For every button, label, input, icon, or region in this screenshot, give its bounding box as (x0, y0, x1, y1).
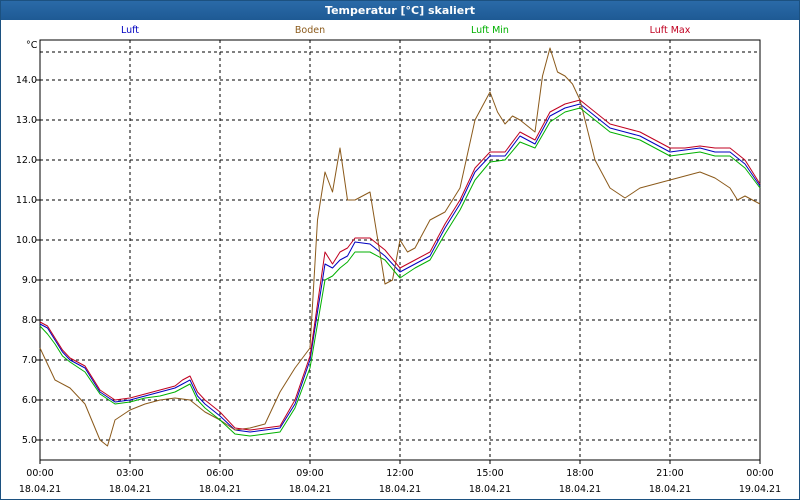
x-tick-date: 19.04.21 (739, 484, 781, 495)
x-tick-time: 21:00 (656, 468, 683, 479)
x-tick-date: 18.04.21 (19, 484, 61, 495)
y-tick-label: 5.0 (22, 435, 37, 446)
legend-entry: Luft (121, 25, 139, 36)
x-tick-date: 18.04.21 (559, 484, 601, 495)
x-tick-date: 18.04.21 (649, 484, 691, 495)
y-tick-label: 9.0 (22, 275, 37, 286)
x-tick-date: 18.04.21 (289, 484, 331, 495)
y-tick-label: 13.0 (16, 115, 37, 126)
y-tick-label: 10.0 (16, 235, 37, 246)
y-tick-label: 6.0 (22, 395, 37, 406)
y-tick-label: 12.0 (16, 155, 37, 166)
x-tick-time: 00:00 (26, 468, 53, 479)
x-tick-date: 18.04.21 (109, 484, 151, 495)
x-tick-time: 12:00 (386, 468, 413, 479)
x-tick-time: 03:00 (116, 468, 143, 479)
x-tick-time: 09:00 (296, 468, 323, 479)
x-tick-time: 06:00 (206, 468, 233, 479)
temperature-chart: °C 5.0 6.0 7.0 8.0 9.0 10.0 11.0 12.0 13.0 14.0 0… (16, 25, 781, 495)
legend-entry: Luft Max (650, 25, 691, 36)
x-tick-time: 15:00 (476, 468, 503, 479)
x-tick-date: 18.04.21 (199, 484, 241, 495)
y-tick-label: 14.0 (16, 75, 37, 86)
legend-entry: Luft Min (471, 25, 509, 36)
y-unit-label: °C (26, 40, 38, 51)
x-tick-time: 18:00 (566, 468, 593, 479)
x-tick-time: 00:00 (746, 468, 773, 479)
y-tick-label: 7.0 (22, 355, 37, 366)
legend-entry: Boden (295, 25, 325, 36)
y-tick-label: 11.0 (16, 195, 37, 206)
x-tick-date: 18.04.21 (469, 484, 511, 495)
y-tick-label: 8.0 (22, 315, 37, 326)
x-tick-date: 18.04.21 (379, 484, 421, 495)
